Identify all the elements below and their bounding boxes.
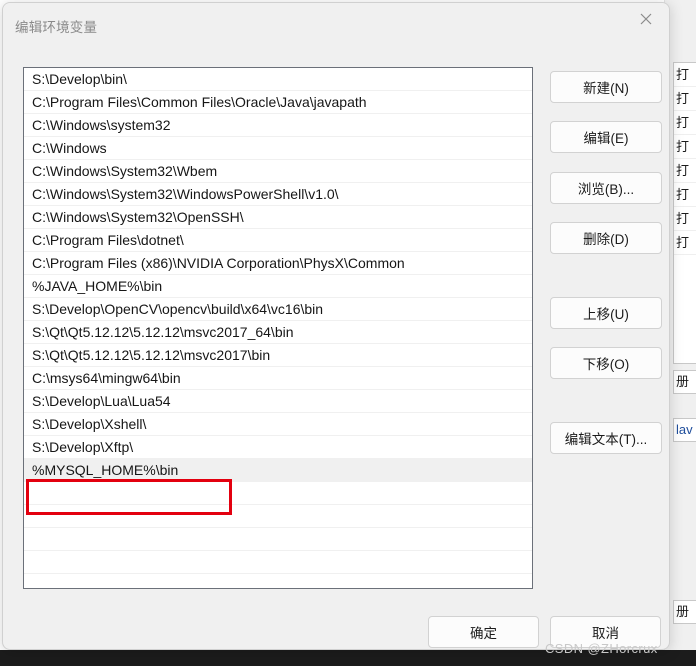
path-entry-row[interactable]: C:\Windows\System32\Wbem <box>24 160 532 183</box>
close-icon[interactable] <box>623 3 669 35</box>
path-entry-row[interactable]: %JAVA_HOME%\bin <box>24 275 532 298</box>
path-entries-listbox[interactable]: S:\Develop\bin\ C:\Program Files\Common F… <box>23 67 533 589</box>
edit-button[interactable]: 编辑(E) <box>550 121 662 153</box>
path-entry-row[interactable]: C:\Windows\System32\WindowsPowerShell\v1… <box>24 183 532 206</box>
title-bar: 编辑环境变量 <box>3 3 669 47</box>
move-up-button[interactable]: 上移(U) <box>550 297 662 329</box>
path-entry-row[interactable]: C:\msys64\mingw64\bin <box>24 367 532 390</box>
background-strip: 册 <box>673 600 696 624</box>
path-entry-row[interactable]: S:\Develop\bin\ <box>24 68 532 91</box>
dialog-title: 编辑环境变量 <box>15 20 98 35</box>
path-entry-row[interactable] <box>24 551 532 574</box>
path-entry-row[interactable]: S:\Develop\Xftp\ <box>24 436 532 459</box>
background-list-row: 打 <box>674 135 696 159</box>
path-entry-row[interactable]: C:\Windows\system32 <box>24 114 532 137</box>
path-entry-row[interactable]: S:\Qt\Qt5.12.12\5.12.12\msvc2017\bin <box>24 344 532 367</box>
ok-button[interactable]: 确定 <box>428 616 539 648</box>
background-list-row: 打 <box>674 231 696 255</box>
path-entry-row[interactable]: C:\Program Files\Common Files\Oracle\Jav… <box>24 91 532 114</box>
path-entry-row[interactable]: C:\Program Files (x86)\NVIDIA Corporatio… <box>24 252 532 275</box>
path-entry-row[interactable] <box>24 528 532 551</box>
watermark: CSDN @ZHorcrux <box>545 641 658 656</box>
path-entry-row[interactable]: S:\Develop\Lua\Lua54 <box>24 390 532 413</box>
background-list-row: 打 <box>674 183 696 207</box>
path-entry-row[interactable]: %MYSQL_HOME%\bin <box>24 459 532 482</box>
background-list-row: 打 <box>674 87 696 111</box>
background-list-row: 打 <box>674 159 696 183</box>
path-entry-row[interactable] <box>24 482 532 505</box>
path-entry-row[interactable]: C:\Windows\System32\OpenSSH\ <box>24 206 532 229</box>
path-entry-row[interactable]: S:\Qt\Qt5.12.12\5.12.12\msvc2017_64\bin <box>24 321 532 344</box>
background-list-row: 打 <box>674 207 696 231</box>
path-entry-row[interactable]: S:\Develop\OpenCV\opencv\build\x64\vc16\… <box>24 298 532 321</box>
new-button[interactable]: 新建(N) <box>550 71 662 103</box>
path-entry-row[interactable]: C:\Windows <box>24 137 532 160</box>
edit-text-button[interactable]: 编辑文本(T)... <box>550 422 662 454</box>
path-entry-row[interactable] <box>24 505 532 528</box>
browse-button[interactable]: 浏览(B)... <box>550 172 662 204</box>
edit-environment-variable-dialog: 编辑环境变量 S:\Develop\bin\ C:\Program Files\C… <box>2 2 670 650</box>
path-entry-row[interactable]: S:\Develop\Xshell\ <box>24 413 532 436</box>
delete-button[interactable]: 删除(D) <box>550 222 662 254</box>
background-list-row: 打 <box>674 111 696 135</box>
move-down-button[interactable]: 下移(O) <box>550 347 662 379</box>
path-entry-row[interactable]: C:\Program Files\dotnet\ <box>24 229 532 252</box>
background-strip: 册 <box>673 370 696 394</box>
background-list-row: 打 <box>674 63 696 87</box>
background-strip: lav <box>673 418 696 442</box>
background-list: 打 打 打 打 打 打 打 打 <box>673 62 696 364</box>
